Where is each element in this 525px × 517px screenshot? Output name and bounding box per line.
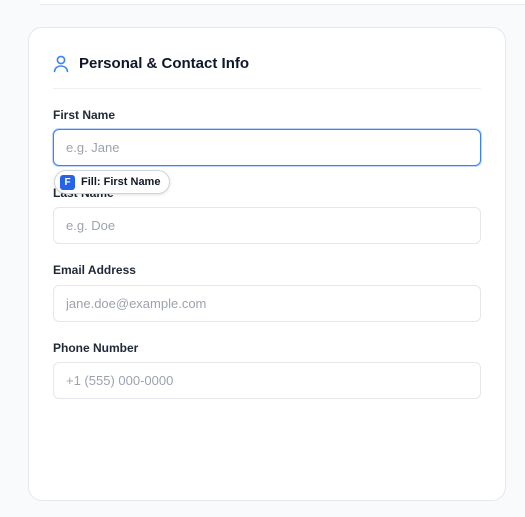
top-edge-strip bbox=[40, 0, 525, 5]
first-name-input[interactable] bbox=[53, 129, 481, 166]
phone-label: Phone Number bbox=[53, 341, 139, 355]
personal-contact-card: Personal & Contact Info First Name Last … bbox=[28, 27, 506, 501]
fill-app-icon: F bbox=[60, 174, 75, 190]
last-name-input[interactable] bbox=[53, 207, 481, 244]
fill-suggestion-badge[interactable]: F Fill: First Name bbox=[54, 170, 171, 194]
section-title: Personal & Contact Info bbox=[79, 55, 250, 72]
phone-input[interactable] bbox=[53, 362, 481, 399]
user-icon bbox=[53, 55, 69, 73]
email-label: Email Address bbox=[53, 263, 136, 277]
fill-badge-label: Fill: First Name bbox=[81, 176, 161, 188]
first-name-label: First Name bbox=[53, 108, 116, 122]
email-input[interactable] bbox=[53, 285, 481, 322]
card-header: Personal & Contact Info bbox=[53, 54, 481, 89]
